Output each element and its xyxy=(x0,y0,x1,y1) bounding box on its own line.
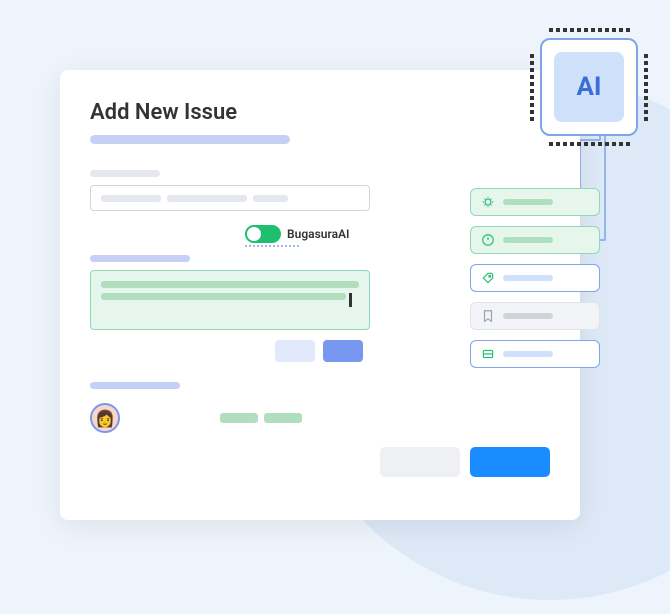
bug-icon xyxy=(481,195,495,209)
submit-button[interactable] xyxy=(470,447,550,477)
field-label-2 xyxy=(90,255,190,262)
suggestion-tag[interactable] xyxy=(470,264,600,292)
primary-small-button[interactable] xyxy=(323,340,363,362)
tag-icon xyxy=(481,271,495,285)
title-input[interactable] xyxy=(90,185,370,211)
secondary-small-button[interactable] xyxy=(275,340,315,362)
suggestion-bug[interactable] xyxy=(470,188,600,216)
avatar[interactable]: 👩 xyxy=(90,403,120,433)
ai-chip-label: AI xyxy=(576,72,601,102)
bookmark-icon xyxy=(481,309,495,323)
suggestion-bookmark[interactable] xyxy=(470,302,600,330)
section-label xyxy=(90,382,180,389)
title-underline xyxy=(90,135,290,144)
card-icon xyxy=(481,347,495,361)
suggestion-card[interactable] xyxy=(470,340,600,368)
ai-toggle[interactable] xyxy=(245,225,281,243)
field-label-1 xyxy=(90,170,160,177)
suggestion-alert[interactable] xyxy=(470,226,600,254)
alert-icon xyxy=(481,233,495,247)
text-cursor xyxy=(349,293,352,307)
tag-chips xyxy=(220,413,302,423)
description-textarea[interactable] xyxy=(90,270,370,330)
cancel-button[interactable] xyxy=(380,447,460,477)
page-title: Add New Issue xyxy=(90,100,550,125)
ai-suggestions xyxy=(470,188,600,368)
ai-chip: AI xyxy=(530,28,648,146)
ai-toggle-label: BugasuraAI xyxy=(287,227,349,241)
